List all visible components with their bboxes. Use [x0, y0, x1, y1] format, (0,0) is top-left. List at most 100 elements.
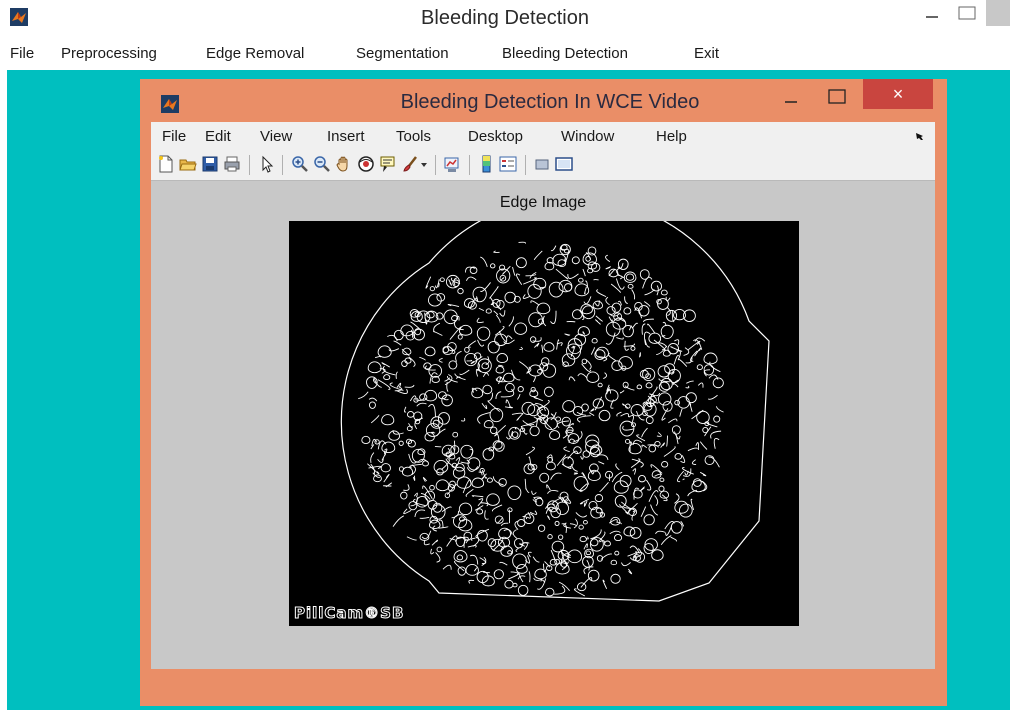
edge-contour: [613, 533, 623, 542]
minimize-icon[interactable]: [918, 4, 946, 26]
zoom-in-icon[interactable]: [291, 155, 309, 173]
edit-plot-arrow-icon[interactable]: [258, 155, 276, 173]
edge-contour: [485, 308, 492, 314]
data-cursor-icon[interactable]: [379, 155, 397, 173]
edge-contour: [489, 286, 499, 299]
edge-contour: [458, 502, 473, 516]
edge-contour: [464, 346, 470, 353]
edge-contour: [652, 386, 658, 395]
edge-contour: [697, 382, 704, 388]
edge-contour: [490, 538, 505, 552]
insert-colorbar-icon[interactable]: [477, 155, 495, 173]
edge-contour: [423, 362, 432, 370]
edge-contour: [436, 546, 443, 553]
show-plot-tools-icon[interactable]: [555, 155, 573, 173]
edge-contour: [439, 277, 445, 282]
edge-contour: [599, 540, 605, 543]
edge-contour: [433, 459, 449, 474]
edge-contour: [650, 464, 663, 474]
edge-contour: [620, 413, 630, 418]
edge-contour: [435, 552, 441, 563]
edge-contour: [541, 344, 544, 353]
fig-menu-desktop[interactable]: Desktop: [468, 128, 523, 145]
maximize-icon[interactable]: [952, 4, 980, 26]
edge-contour: [556, 339, 560, 350]
edge-contour: [425, 276, 432, 289]
fig-menu-help[interactable]: Help: [656, 128, 687, 145]
figure-close-button[interactable]: ×: [863, 79, 933, 109]
edge-contour: [525, 488, 530, 493]
edge-contour: [493, 310, 499, 315]
menu-file[interactable]: File: [10, 45, 34, 62]
edge-contour: [551, 540, 565, 553]
figure-minimize-icon[interactable]: [780, 91, 802, 109]
close-button[interactable]: [986, 0, 1010, 26]
edge-contour: [567, 549, 583, 564]
edge-contour: [660, 377, 673, 391]
menu-preprocessing[interactable]: Preprocessing: [61, 45, 157, 62]
edge-contour: [547, 490, 559, 494]
hide-plot-tools-icon[interactable]: [533, 155, 551, 173]
edge-contour: [430, 548, 435, 555]
menu-bleeding-detection[interactable]: Bleeding Detection: [502, 45, 628, 62]
fig-menu-insert[interactable]: Insert: [327, 128, 365, 145]
brush-dropdown-icon[interactable]: [419, 155, 429, 173]
edge-contour: [693, 478, 702, 487]
edge-contour: [429, 286, 435, 292]
menu-exit[interactable]: Exit: [694, 45, 719, 62]
edge-contour: [531, 490, 537, 495]
edge-contour: [489, 263, 496, 269]
edge-contour: [589, 412, 595, 416]
edge-contour: [596, 289, 607, 298]
toolbar-separator: [525, 155, 526, 175]
brush-icon[interactable]: [401, 155, 419, 173]
edge-contour: [493, 569, 504, 580]
menu-edge-removal[interactable]: Edge Removal: [206, 45, 304, 62]
edge-contour: [581, 363, 592, 372]
edge-contour: [495, 314, 501, 323]
link-plot-icon[interactable]: [443, 155, 461, 173]
edge-contour: [361, 435, 371, 444]
edge-contour: [406, 536, 417, 541]
edge-contour: [578, 524, 584, 530]
edge-contour: [373, 474, 382, 483]
edge-contour: [504, 291, 516, 304]
dock-arrow-icon[interactable]: [915, 131, 925, 141]
edge-contour: [713, 437, 720, 449]
fig-menu-tools[interactable]: Tools: [396, 128, 431, 145]
edge-contour: [515, 257, 527, 269]
edge-contour: [466, 359, 473, 362]
edge-contour: [536, 302, 551, 315]
edge-contour: [515, 547, 519, 552]
fig-menu-edit[interactable]: Edit: [205, 128, 231, 145]
menu-segmentation[interactable]: Segmentation: [356, 45, 449, 62]
rotate-3d-icon[interactable]: [357, 155, 375, 173]
figure-maximize-icon[interactable]: [826, 87, 848, 107]
edge-contour: [607, 353, 617, 362]
edge-contour: [493, 250, 500, 254]
edge-contour: [421, 530, 432, 540]
edge-contour: [590, 538, 599, 547]
edge-contour: [562, 400, 576, 413]
edge-image-graphic: [340, 196, 770, 602]
save-icon[interactable]: [201, 155, 219, 173]
pan-hand-icon[interactable]: [335, 155, 353, 173]
print-icon[interactable]: [223, 155, 241, 173]
edge-contour: [406, 411, 415, 418]
edge-contour: [508, 316, 514, 327]
new-figure-icon[interactable]: [157, 155, 175, 173]
edge-contour: [512, 266, 516, 276]
insert-legend-icon[interactable]: [499, 155, 517, 173]
axes-title: Edge Image: [499, 194, 587, 211]
edge-contour: [489, 426, 498, 435]
fig-menu-view[interactable]: View: [260, 128, 292, 145]
edge-contour: [453, 277, 458, 286]
fig-menu-window[interactable]: Window: [561, 128, 614, 145]
edge-contour: [581, 305, 596, 320]
fig-menu-file[interactable]: File: [162, 128, 186, 145]
edge-contour: [498, 376, 502, 385]
open-file-icon[interactable]: [179, 155, 197, 173]
edge-contour: [476, 317, 484, 323]
zoom-out-icon[interactable]: [313, 155, 331, 173]
edge-contour: [584, 286, 587, 295]
